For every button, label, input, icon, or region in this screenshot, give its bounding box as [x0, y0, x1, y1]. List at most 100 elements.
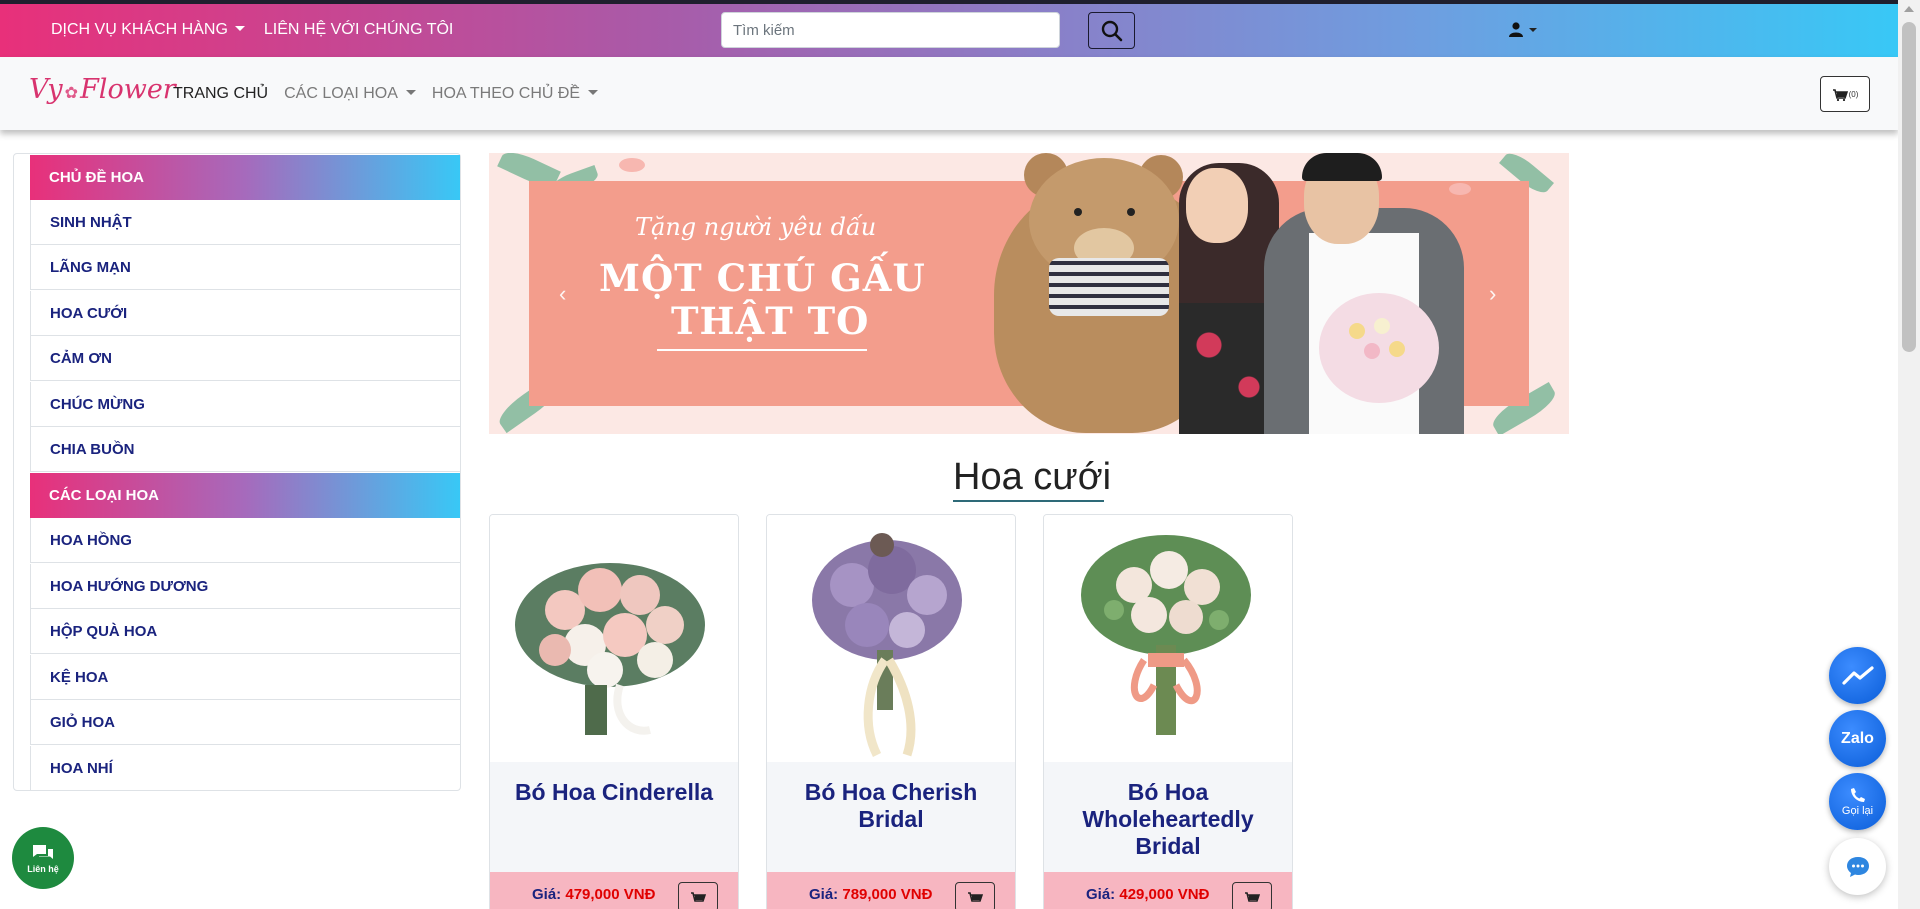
product-image[interactable]: [1044, 515, 1292, 762]
contact-us-link[interactable]: LIÊN HỆ VỚI CHÚNG TÔI: [264, 21, 453, 39]
main-navbar: Vy ✿Flower TRANG CHỦ CÁC LOẠI HOA HOA THE…: [0, 57, 1898, 130]
chat-widget-button[interactable]: [1829, 838, 1886, 895]
petal-decoration: [1449, 183, 1471, 195]
product-name[interactable]: Bó Hoa Wholeheartedly Bridal: [1054, 779, 1282, 860]
sidebar-item-wedding[interactable]: HOA CƯỚI: [30, 291, 460, 336]
bloom: [1389, 341, 1405, 357]
add-to-cart-button[interactable]: [955, 882, 995, 909]
banner-ornament: [657, 349, 867, 351]
sidebar-item-basket[interactable]: GIỎ HOA: [30, 700, 460, 745]
flower-icon: ✿: [64, 83, 79, 102]
cart-count: (0): [1848, 89, 1859, 99]
add-to-cart-button[interactable]: [1232, 882, 1272, 909]
zalo-label: Zalo: [1841, 729, 1874, 747]
bloom: [1349, 323, 1365, 339]
chevron-down-icon: [588, 90, 599, 95]
cart-icon: [1245, 892, 1260, 902]
price-label: Giá:: [532, 886, 562, 903]
user-icon: [1509, 22, 1523, 37]
product-card[interactable]: Bó Hoa Wholeheartedly Bridal Giá: 429,00…: [1043, 514, 1293, 909]
sidebar-item-romantic[interactable]: LÃNG MẠN: [30, 245, 460, 290]
chat-bubbles-icon: [33, 844, 53, 859]
sidebar-item-roses[interactable]: HOA HỒNG: [30, 518, 460, 563]
theme-header: CHỦ ĐỀ HOA: [30, 155, 460, 200]
nav-flower-by-theme-label: HOA THEO CHỦ ĐỀ: [431, 85, 581, 102]
product-image[interactable]: [767, 515, 1015, 762]
product-name[interactable]: Bó Hoa Cinderella: [500, 779, 728, 806]
chevron-right-icon[interactable]: ›: [1489, 281, 1496, 307]
search-input[interactable]: [721, 12, 1060, 48]
messenger-icon: [1841, 665, 1874, 685]
page-scrollbar[interactable]: [1898, 0, 1920, 909]
messenger-button[interactable]: [1829, 647, 1886, 704]
top-nav: DỊCH VỤ KHÁCH HÀNG LIÊN HỆ VỚI CHÚNG TÔI: [51, 21, 453, 39]
price-label: Giá:: [1086, 886, 1116, 903]
call-back-button[interactable]: Gọi lại: [1829, 773, 1886, 830]
sidebar-item-sunflowers[interactable]: HOA HƯỚNG DƯƠNG: [30, 564, 460, 609]
category-sidebar: CHỦ ĐỀ HOA SINH NHẬT LÃNG MẠN HOA CƯỚI C…: [13, 153, 461, 791]
banner-headline-1: MỘT CHÚ GẤU: [599, 256, 926, 300]
product-price: Giá: 429,000 VNĐ: [1086, 886, 1209, 903]
bouquet-illustration: [1081, 535, 1251, 735]
contact-button[interactable]: Liên hệ: [12, 827, 74, 889]
main-nav-links: TRANG CHỦ CÁC LOẠI HOA HOA THEO CHỦ ĐỀ: [173, 85, 599, 103]
cart-icon: [1832, 88, 1848, 101]
sidebar-item-gift-box[interactable]: HỘP QUÀ HOA: [30, 609, 460, 654]
zalo-button[interactable]: Zalo: [1829, 710, 1886, 767]
nav-flower-types-label: CÁC LOẠI HOA: [284, 85, 398, 102]
sidebar-item-congrats[interactable]: CHÚC MỪNG: [30, 382, 460, 427]
customer-service-dropdown[interactable]: DỊCH VỤ KHÁCH HÀNG: [51, 21, 245, 39]
product-price: Giá: 789,000 VNĐ: [809, 886, 932, 903]
price-value: 479,000 VNĐ: [565, 886, 656, 903]
product-card[interactable]: Bó Hoa Cherish Bridal Giá: 789,000 VNĐ: [766, 514, 1016, 909]
bloom: [1364, 343, 1380, 359]
product-image[interactable]: [490, 515, 738, 762]
bouquet-illustration: [515, 563, 705, 735]
contact-label: Liên hệ: [27, 863, 59, 874]
chevron-down-icon: [405, 90, 416, 95]
sidebar-item-baby-breath[interactable]: HOA NHÍ: [30, 746, 460, 791]
chevron-down-icon: [1529, 27, 1537, 32]
scrollbar-thumb[interactable]: [1902, 22, 1916, 352]
price-value: 789,000 VNĐ: [842, 886, 933, 903]
price-value: 429,000 VNĐ: [1119, 886, 1210, 903]
cart-button[interactable]: (0): [1820, 76, 1870, 112]
chevron-down-icon: [234, 26, 245, 31]
petal-decoration: [619, 158, 645, 172]
product-price: Giá: 479,000 VNĐ: [532, 886, 655, 903]
nav-flower-types-dropdown[interactable]: CÁC LOẠI HOA: [284, 85, 416, 103]
type-header: CÁC LOẠI HOA: [30, 473, 460, 518]
sidebar-item-condolence[interactable]: CHIA BUỒN: [30, 427, 460, 472]
price-label: Giá:: [809, 886, 839, 903]
person-woman-face: [1186, 168, 1248, 243]
site-logo[interactable]: Vy ✿Flower: [29, 74, 176, 105]
nav-flower-by-theme-dropdown[interactable]: HOA THEO CHỦ ĐỀ: [431, 85, 599, 103]
chevron-left-icon[interactable]: ‹: [559, 281, 566, 307]
add-to-cart-button[interactable]: [678, 882, 718, 909]
logo-text-left: Vy: [29, 74, 63, 105]
user-menu-dropdown[interactable]: [1509, 22, 1537, 37]
chat-icon: [1846, 856, 1869, 877]
call-back-label: Gọi lại: [1841, 804, 1874, 817]
sidebar-item-thanks[interactable]: CẢM ƠN: [30, 336, 460, 381]
teddy-bear-eye: [1127, 208, 1135, 216]
banner-tagline: Tặng người yêu dấu: [635, 213, 877, 241]
teddy-bear-eye: [1074, 208, 1082, 216]
product-card[interactable]: Bó Hoa Cinderella Giá: 479,000 VNĐ: [489, 514, 739, 909]
scroll-up-icon[interactable]: [1904, 6, 1914, 12]
product-name[interactable]: Bó Hoa Cherish Bridal: [777, 779, 1005, 833]
logo-text-right: Flower: [80, 74, 176, 105]
banner-bouquet: [1319, 293, 1439, 403]
section-title-underline: [953, 500, 1104, 502]
promo-banner-carousel[interactable]: Tặng người yêu dấu MỘT CHÚ GẤU THẬT TO ‹…: [489, 153, 1569, 434]
teddy-bear-shirt: [1049, 258, 1169, 316]
nav-home[interactable]: TRANG CHỦ: [173, 85, 268, 103]
section-title: Hoa cưới: [953, 456, 1112, 498]
banner-headline-2: THẬT TO: [671, 299, 870, 343]
person-man-hair: [1302, 153, 1382, 181]
cart-icon: [968, 892, 983, 902]
search-button[interactable]: [1088, 12, 1135, 49]
sidebar-item-birthday[interactable]: SINH NHẬT: [30, 200, 460, 245]
cart-icon: [691, 892, 706, 902]
sidebar-item-flower-stand[interactable]: KỆ HOA: [30, 655, 460, 700]
